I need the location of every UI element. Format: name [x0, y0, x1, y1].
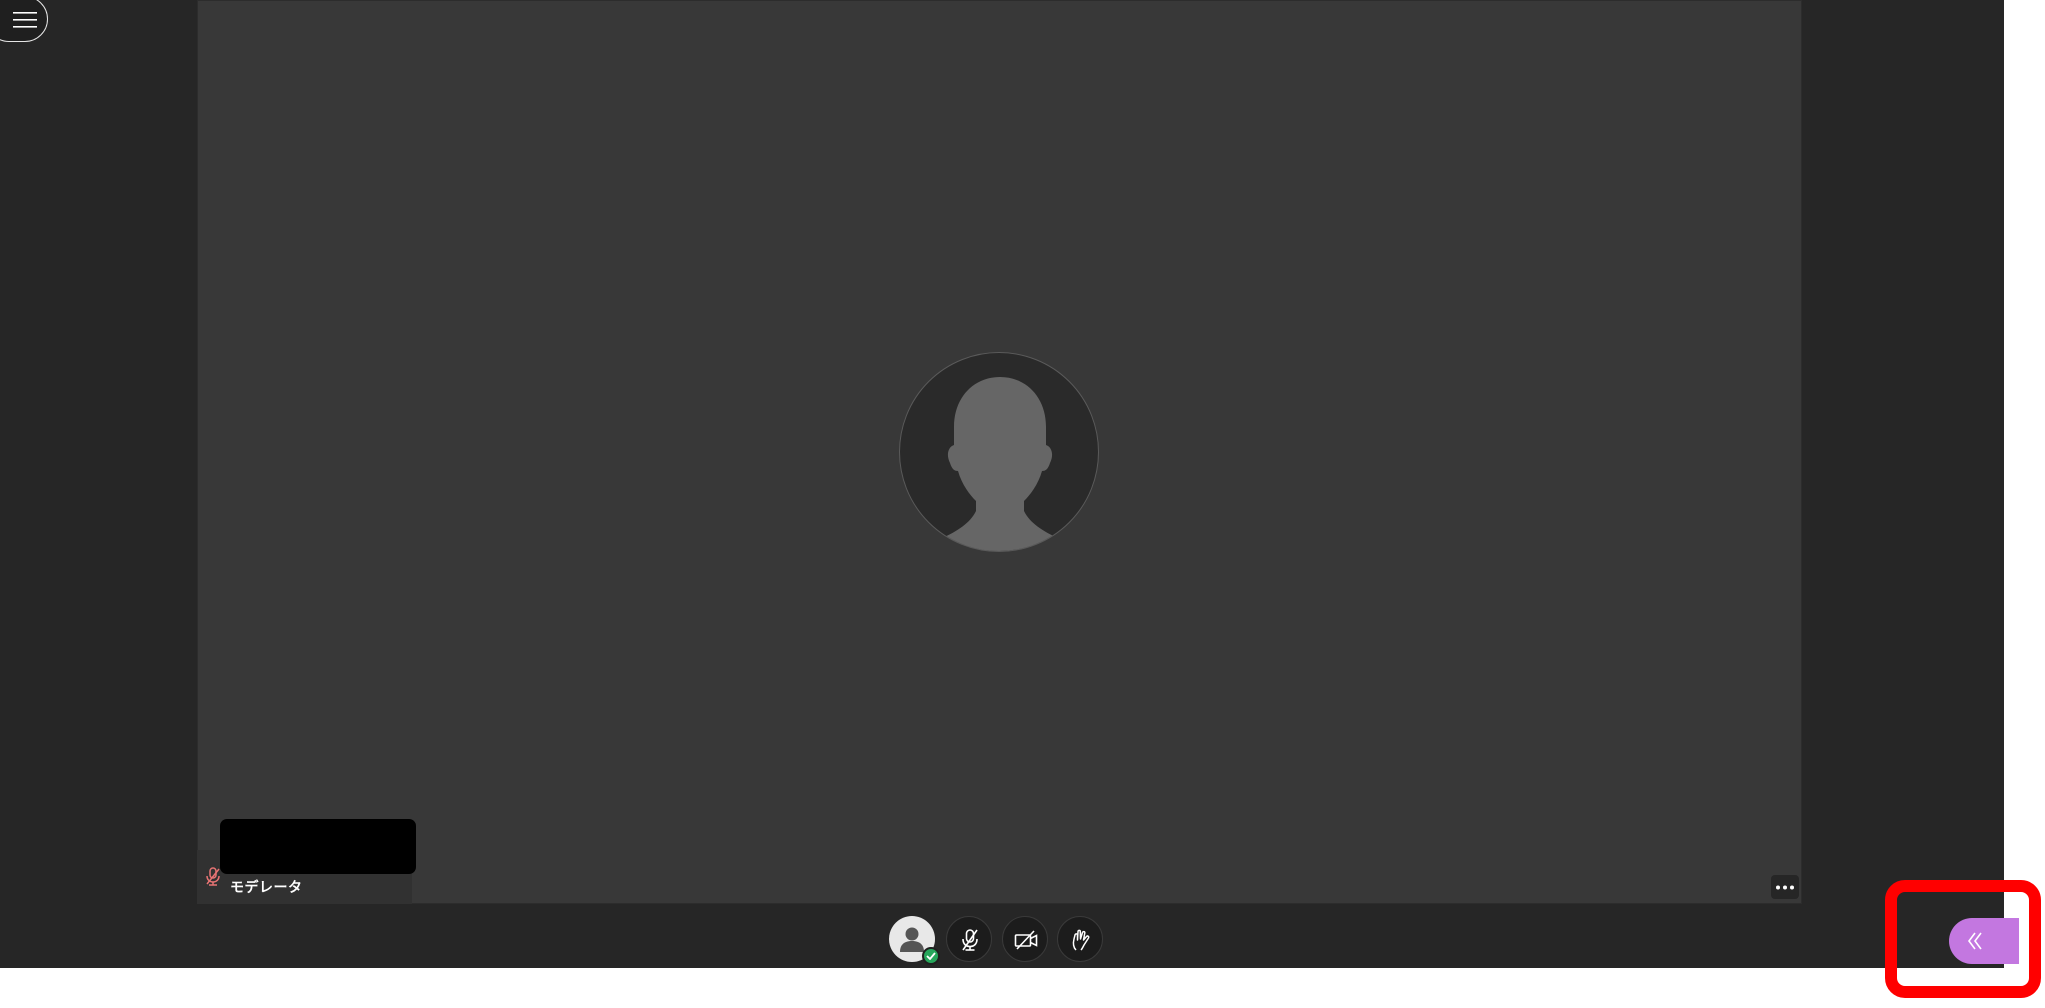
mic-muted-icon	[206, 867, 220, 886]
page-background-right	[2004, 0, 2045, 1008]
participant-role-label: モデレータ	[230, 879, 303, 895]
default-user-silhouette-icon	[910, 377, 1090, 551]
profile-button[interactable]	[889, 916, 940, 965]
meeting-app: モデレータ	[0, 0, 2004, 968]
raise-hand-icon	[1072, 929, 1090, 951]
profile-status-badge	[922, 947, 940, 965]
more-options-icon	[1776, 885, 1794, 890]
mic-muted-icon	[962, 929, 978, 951]
raise-hand-button[interactable]	[1057, 916, 1103, 962]
page-background-bottom	[0, 968, 2045, 1008]
mute-toggle-button[interactable]	[946, 916, 992, 962]
hamburger-menu-icon	[13, 12, 37, 28]
check-icon	[926, 952, 936, 960]
participant-avatar	[899, 352, 1099, 552]
camera-toggle-button[interactable]	[1002, 916, 1048, 962]
double-chevron-left-icon	[1968, 932, 1982, 950]
camera-off-icon	[1014, 930, 1038, 950]
tile-more-options-button[interactable]	[1771, 875, 1799, 899]
user-profile-icon	[900, 927, 924, 952]
menu-button[interactable]	[0, 0, 48, 42]
side-panel-toggle-button[interactable]	[1949, 918, 2019, 964]
participant-name-redacted	[220, 819, 416, 874]
